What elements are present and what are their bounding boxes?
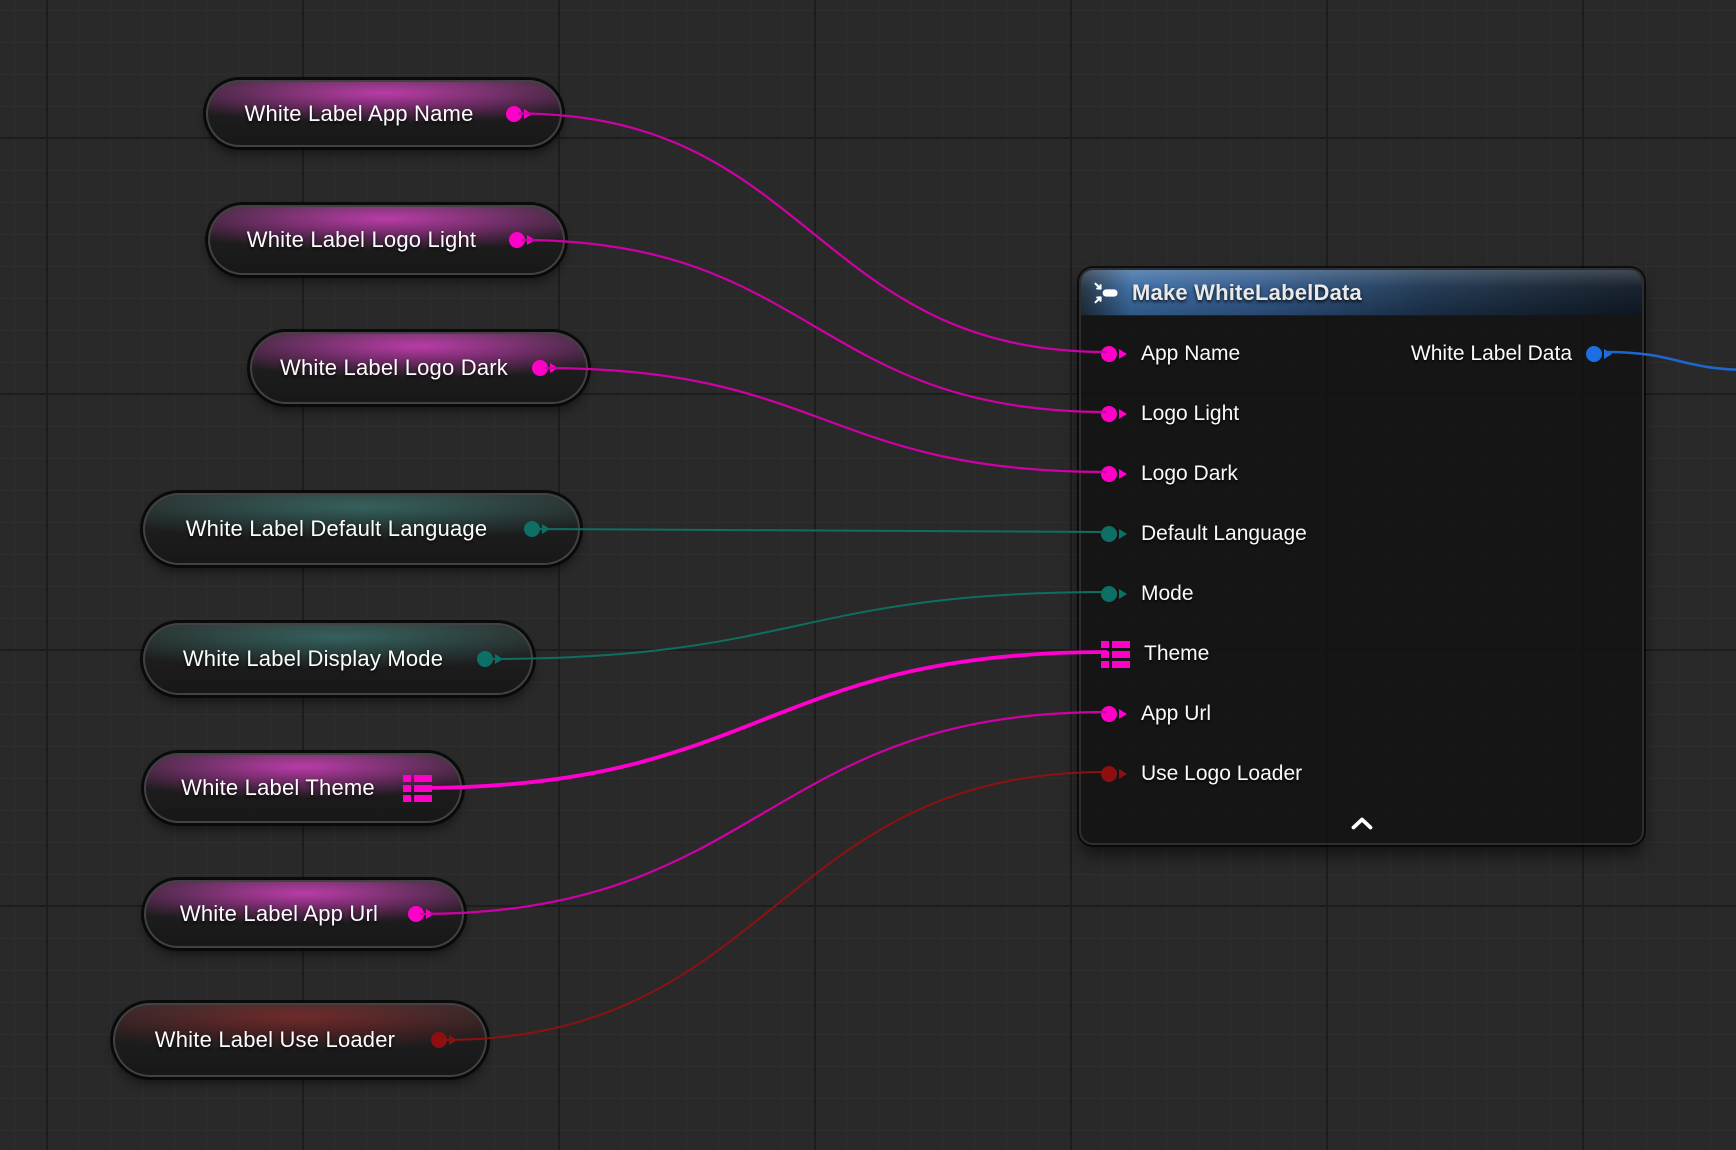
getter-node-label: White Label App Name (234, 101, 484, 127)
getter-node-label: White Label Theme (172, 775, 384, 801)
input-pin-logo-dark[interactable] (1101, 466, 1127, 482)
getter-node-label: White Label Use Loader (141, 1027, 409, 1053)
input-pin-row-logo-dark: Logo Dark (1101, 444, 1238, 504)
pin-circle-icon (1101, 766, 1117, 782)
output-pin-white-label-display-mode[interactable] (477, 651, 503, 667)
getter-node-label: White Label Default Language (171, 516, 502, 542)
input-pin-label: App Name (1141, 342, 1240, 366)
struct-grid-icon (1101, 641, 1130, 668)
pin-arrow-icon (426, 909, 434, 919)
input-pin-label: Default Language (1141, 522, 1307, 546)
pin-circle-icon (1101, 586, 1117, 602)
output-pin-white-label-data[interactable] (1586, 346, 1612, 362)
output-pin-white-label-use-loader[interactable] (431, 1032, 457, 1048)
pin-arrow-icon (527, 235, 535, 245)
pin-arrow-icon (1119, 349, 1127, 359)
input-pin-use-logo-loader[interactable] (1101, 766, 1127, 782)
pin-arrow-icon (495, 654, 503, 664)
pin-arrow-icon (524, 109, 532, 119)
pin-arrow-icon (1119, 769, 1127, 779)
input-pin-row-app-name: App Name (1101, 324, 1240, 384)
pin-arrow-icon (1119, 589, 1127, 599)
output-pin-white-label-logo-light[interactable] (509, 232, 535, 248)
input-pin-logo-light[interactable] (1101, 406, 1127, 422)
input-pin-label: Use Logo Loader (1141, 762, 1302, 786)
output-pin-white-label-logo-dark[interactable] (532, 360, 558, 376)
pin-circle-icon (1586, 346, 1602, 362)
pin-circle-icon (1101, 346, 1117, 362)
getter-node-label: White Label Display Mode (171, 646, 455, 672)
pin-arrow-icon (1119, 529, 1127, 539)
wire-white-label-logo-light-to-logo-light[interactable] (521, 240, 1107, 412)
input-pin-label: Theme (1144, 642, 1209, 666)
pin-circle-icon (532, 360, 548, 376)
input-pin-default-language[interactable] (1101, 526, 1127, 542)
input-pin-row-default-language: Default Language (1101, 504, 1307, 564)
input-pin-label: App Url (1141, 702, 1211, 726)
pin-arrow-icon (542, 524, 550, 534)
variable-getter-node-white-label-use-loader[interactable]: White Label Use Loader (113, 1003, 487, 1077)
input-pin-theme[interactable] (1101, 641, 1130, 668)
wire-white-label-logo-dark-to-logo-dark[interactable] (544, 368, 1107, 472)
make-node-title: Make WhiteLabelData (1132, 280, 1362, 306)
chevron-up-icon (1350, 817, 1374, 830)
input-pin-app-url[interactable] (1101, 706, 1127, 722)
blueprint-graph-canvas[interactable]: White Label App Name White Label Logo Lig… (0, 0, 1736, 1150)
input-pin-label: Mode (1141, 582, 1194, 606)
variable-getter-node-white-label-display-mode[interactable]: White Label Display Mode (143, 623, 533, 695)
make-whitelabeldata-node[interactable]: Make WhiteLabelData App Name Logo Light Lo… (1079, 268, 1644, 845)
input-pin-mode[interactable] (1101, 586, 1127, 602)
pin-circle-icon (1101, 466, 1117, 482)
variable-getter-node-white-label-app-name[interactable]: White Label App Name (206, 80, 562, 147)
pin-circle-icon (431, 1032, 447, 1048)
pin-arrow-icon (550, 363, 558, 373)
pin-circle-icon (509, 232, 525, 248)
output-pin-white-label-app-url[interactable] (408, 906, 434, 922)
output-pin-white-label-theme[interactable] (403, 775, 432, 802)
pin-circle-icon (477, 651, 493, 667)
wire-white-label-app-name-to-app-name[interactable] (518, 114, 1107, 353)
pin-circle-icon (1101, 406, 1117, 422)
output-pin-label: White Label Data (1411, 342, 1572, 366)
output-pin-white-label-app-name[interactable] (506, 106, 532, 122)
wire-white-label-use-loader-to-use-logo-loader[interactable] (443, 772, 1107, 1040)
pin-arrow-icon (1119, 709, 1127, 719)
variable-getter-node-white-label-logo-dark[interactable]: White Label Logo Dark (250, 332, 588, 404)
pin-circle-icon (524, 521, 540, 537)
pin-circle-icon (1101, 706, 1117, 722)
struct-grid-icon (403, 775, 432, 802)
input-pin-label: Logo Light (1141, 402, 1239, 426)
input-pin-row-use-logo-loader: Use Logo Loader (1101, 744, 1302, 804)
output-pin-white-label-default-language[interactable] (524, 521, 550, 537)
make-struct-icon (1093, 281, 1120, 305)
pin-arrow-icon (1604, 349, 1612, 359)
input-pin-row-app-url: App Url (1101, 684, 1211, 744)
getter-node-label: White Label Logo Dark (278, 355, 510, 381)
wire-white-label-app-url-to-app-url[interactable] (420, 712, 1107, 914)
input-pin-app-name[interactable] (1101, 346, 1127, 362)
variable-getter-node-white-label-theme[interactable]: White Label Theme (144, 753, 462, 823)
pin-arrow-icon (449, 1035, 457, 1045)
wire-white-label-display-mode-to-mode[interactable] (489, 592, 1107, 659)
input-pin-row-mode: Mode (1101, 564, 1194, 624)
collapse-pins-button[interactable] (1081, 809, 1642, 837)
wire-white-label-default-language-to-default-language[interactable] (536, 529, 1107, 532)
getter-node-label: White Label App Url (172, 901, 386, 927)
variable-getter-node-white-label-logo-light[interactable]: White Label Logo Light (208, 205, 565, 275)
input-pin-row-logo-light: Logo Light (1101, 384, 1239, 444)
input-pin-label: Logo Dark (1141, 462, 1238, 486)
output-pin-row-white-label-data: White Label Data (1411, 324, 1612, 384)
pin-circle-icon (408, 906, 424, 922)
pin-arrow-icon (1119, 409, 1127, 419)
getter-node-label: White Label Logo Light (236, 227, 487, 253)
make-node-header[interactable]: Make WhiteLabelData (1081, 270, 1642, 316)
pin-circle-icon (1101, 526, 1117, 542)
input-pin-row-theme: Theme (1101, 624, 1209, 684)
pin-arrow-icon (1119, 469, 1127, 479)
variable-getter-node-white-label-app-url[interactable]: White Label App Url (144, 880, 464, 948)
variable-getter-node-white-label-default-language[interactable]: White Label Default Language (143, 493, 580, 565)
pin-circle-icon (506, 106, 522, 122)
